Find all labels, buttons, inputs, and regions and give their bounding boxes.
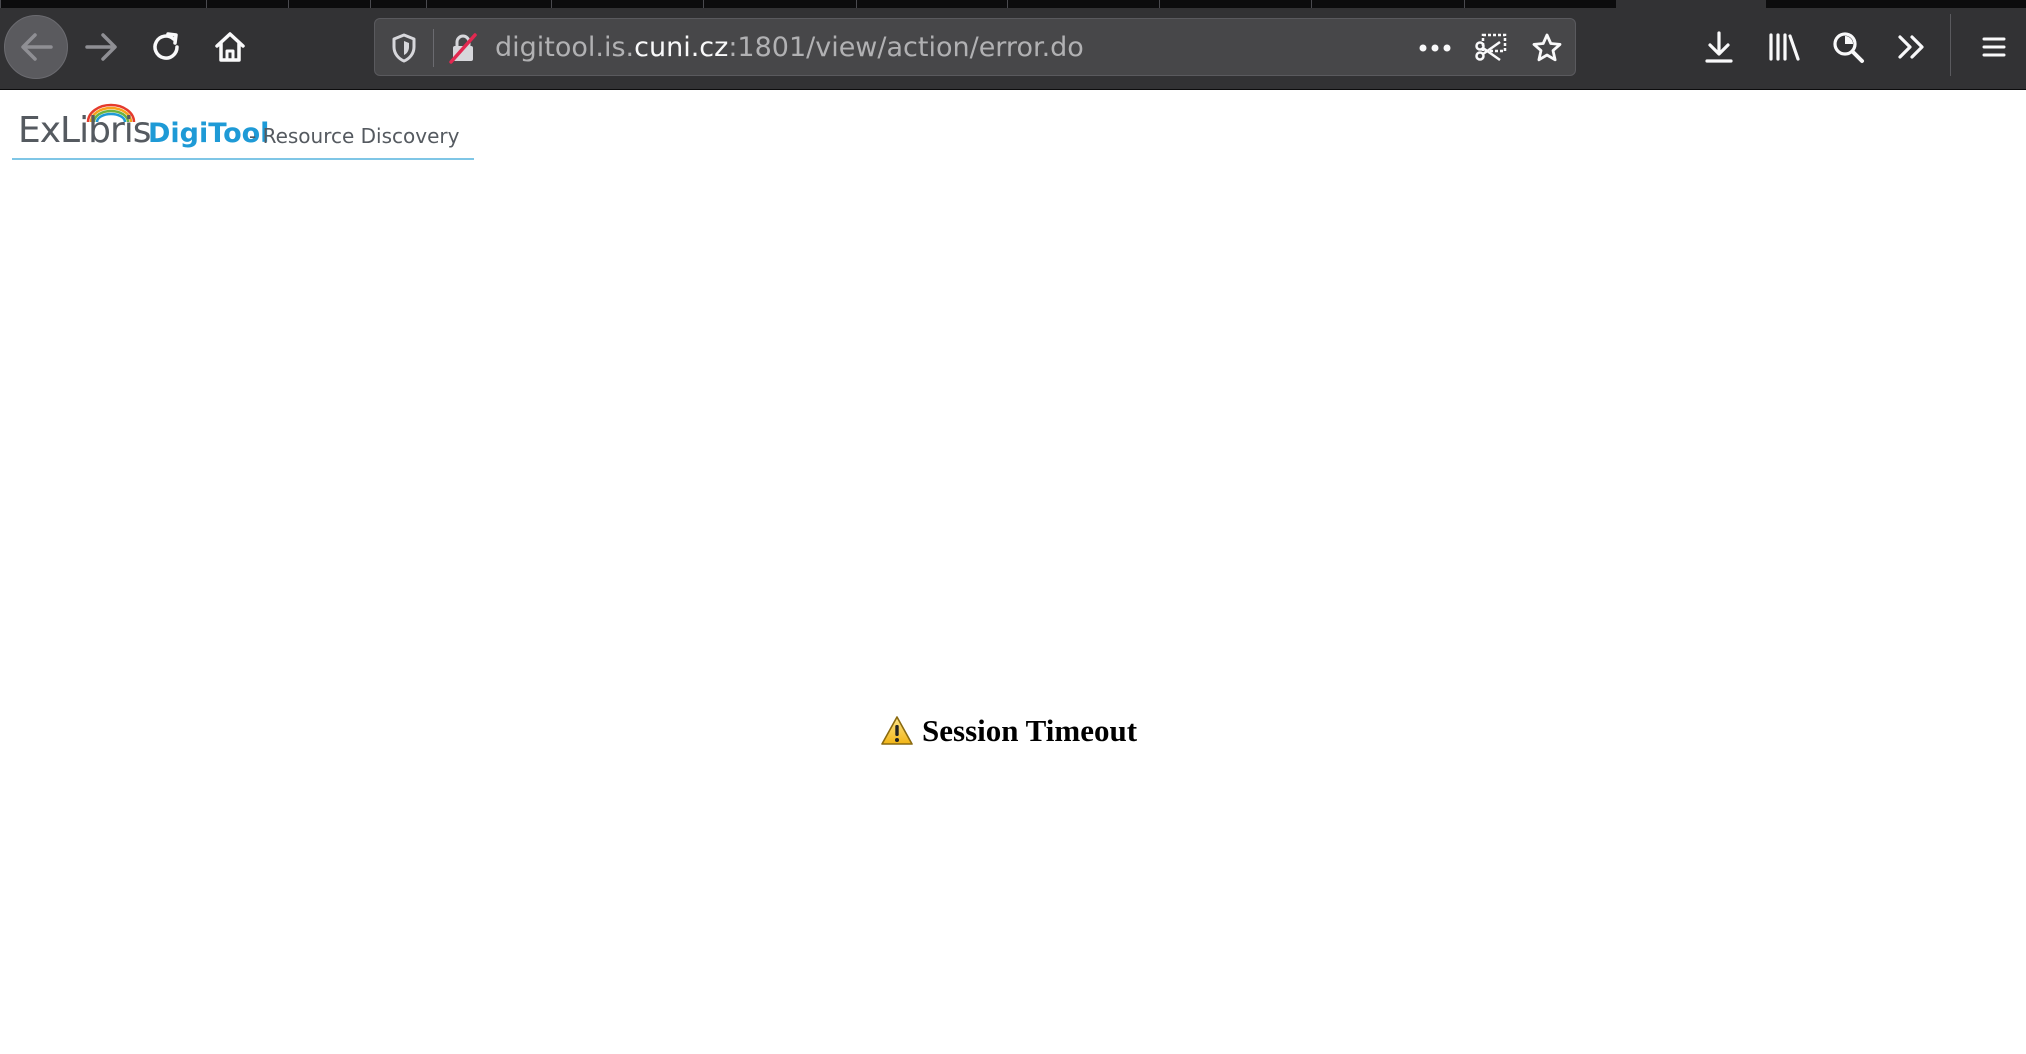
logo-tagline: - Resource Discovery	[249, 124, 460, 148]
tab[interactable]	[288, 0, 370, 8]
tracking-protection-button[interactable]	[387, 19, 421, 77]
url-divider	[433, 29, 434, 67]
more-dots-icon	[1419, 44, 1451, 52]
insecure-lock-icon	[449, 33, 477, 64]
reload-button[interactable]	[134, 15, 198, 79]
home-icon	[215, 32, 245, 62]
reload-icon	[153, 32, 179, 60]
overflow-button[interactable]	[1880, 15, 1944, 79]
screenshot-button[interactable]	[1471, 19, 1511, 77]
digitool-logo[interactable]: ExLibris DigiTool - Resource Discovery	[12, 103, 474, 160]
logo-brand: ExLibris	[18, 110, 152, 151]
forward-arrow-icon	[85, 33, 117, 61]
message-text: Session Timeout	[922, 713, 1138, 748]
tab[interactable]	[1159, 0, 1311, 8]
page-actions-button[interactable]	[1415, 19, 1455, 77]
hamburger-menu-icon	[1982, 37, 2006, 57]
url-bar[interactable]: digitool.is.cuni.cz:1801/view/action/err…	[374, 18, 1576, 76]
tab-strip	[0, 0, 2026, 8]
downloads-button[interactable]	[1687, 15, 1751, 79]
tab[interactable]	[1311, 0, 1464, 8]
forward-button[interactable]	[70, 15, 134, 79]
tab-active[interactable]	[1616, 0, 1766, 8]
toolbar-separator	[1950, 14, 1951, 76]
star-icon	[1532, 33, 1562, 62]
warning-icon	[881, 716, 913, 745]
tab[interactable]	[206, 0, 288, 8]
page-content: ExLibris DigiTool - Resource Discovery S…	[0, 90, 2026, 1054]
tab[interactable]	[0, 0, 206, 8]
zoom-button[interactable]	[1816, 15, 1880, 79]
tab[interactable]	[370, 0, 426, 8]
tab[interactable]	[1007, 0, 1159, 8]
tab[interactable]	[426, 0, 551, 8]
home-button[interactable]	[198, 15, 262, 79]
back-arrow-icon	[21, 33, 53, 61]
tab[interactable]	[1464, 0, 1616, 8]
bookmark-button[interactable]	[1527, 19, 1567, 77]
shield-icon	[392, 33, 416, 63]
back-button[interactable]	[4, 15, 68, 79]
magnifier-icon	[1833, 32, 1864, 63]
url-text[interactable]: digitool.is.cuni.cz:1801/view/action/err…	[495, 19, 1084, 77]
menu-button[interactable]	[1962, 15, 2026, 79]
tab[interactable]	[856, 0, 1007, 8]
site-identity-button[interactable]	[445, 19, 481, 77]
screenshot-icon	[1475, 33, 1507, 62]
library-icon	[1769, 33, 1800, 61]
session-timeout-message: Session Timeout	[880, 706, 1137, 756]
browser-toolbar: digitool.is.cuni.cz:1801/view/action/err…	[0, 0, 2026, 90]
tab[interactable]	[551, 0, 703, 8]
double-chevron-icon	[1898, 35, 1924, 59]
tab[interactable]	[703, 0, 856, 8]
download-icon	[1705, 31, 1733, 63]
library-button[interactable]	[1752, 15, 1816, 79]
